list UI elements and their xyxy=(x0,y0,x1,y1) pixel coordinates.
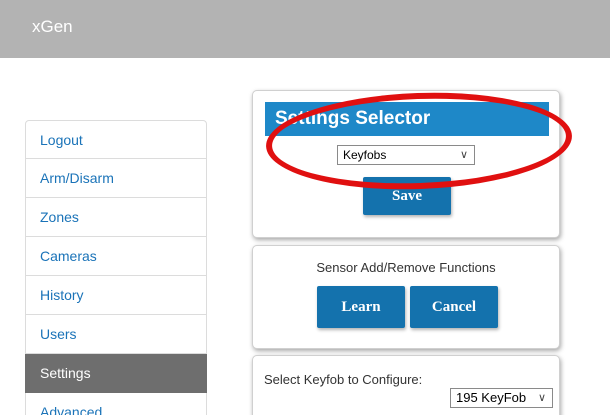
sidebar-item-cameras[interactable]: Cameras xyxy=(25,237,207,276)
learn-button[interactable]: Learn xyxy=(317,286,405,328)
sidebar-item-logout[interactable]: Logout xyxy=(25,120,207,159)
top-bar: xGen xyxy=(0,0,610,58)
save-button[interactable]: Save xyxy=(363,177,451,215)
sidebar-nav: Logout Arm/Disarm Zones Cameras History … xyxy=(25,120,207,415)
keyfob-select-label: Select Keyfob to Configure: xyxy=(264,372,423,387)
settings-selector-panel: Settings Selector Keyfobs ∨ Save xyxy=(252,90,560,238)
sidebar-item-users[interactable]: Users xyxy=(25,315,207,354)
cancel-button[interactable]: Cancel xyxy=(410,286,498,328)
keyfob-select-value: 195 KeyFob xyxy=(456,390,527,405)
settings-selector-title: Settings Selector xyxy=(265,102,549,136)
app-brand: xGen xyxy=(32,17,73,36)
keyfob-config-panel: Select Keyfob to Configure: 195 KeyFob ∨ xyxy=(252,355,560,415)
sidebar-item-history[interactable]: History xyxy=(25,276,207,315)
sensor-functions-panel: Sensor Add/Remove Functions Learn Cancel xyxy=(252,245,560,349)
settings-type-value: Keyfobs xyxy=(343,148,387,162)
sidebar-item-zones[interactable]: Zones xyxy=(25,198,207,237)
sidebar-item-arm-disarm[interactable]: Arm/Disarm xyxy=(25,159,207,198)
settings-type-select[interactable]: Keyfobs ∨ xyxy=(337,145,475,165)
sensor-functions-title: Sensor Add/Remove Functions xyxy=(316,260,496,275)
chevron-down-icon: ∨ xyxy=(459,149,468,161)
sidebar-item-advanced[interactable]: Advanced xyxy=(25,393,207,415)
chevron-down-icon: ∨ xyxy=(537,392,546,404)
sidebar-item-settings[interactable]: Settings xyxy=(25,354,207,393)
keyfob-select[interactable]: 195 KeyFob ∨ xyxy=(450,388,553,408)
